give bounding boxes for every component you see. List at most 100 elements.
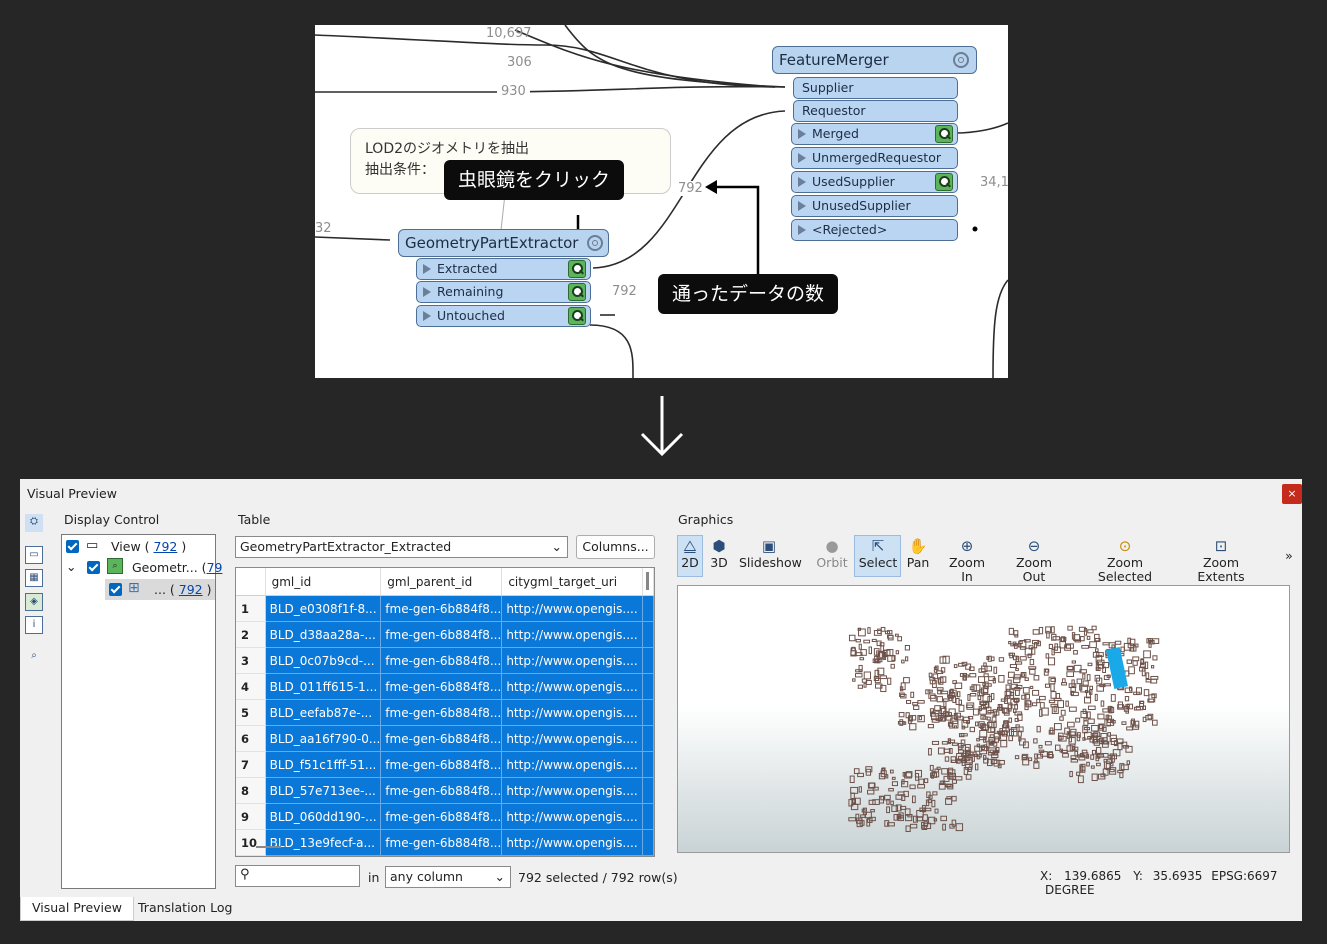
output-port-unusedsupplier[interactable]: UnusedSupplier — [791, 195, 958, 217]
node-checkbox[interactable] — [87, 561, 100, 574]
table-cell[interactable]: BLD_0c07b9cd-... — [265, 647, 382, 674]
table-cell[interactable]: http://www.opengis.... — [501, 725, 643, 752]
row-number-cell[interactable]: 5 — [236, 699, 266, 726]
table-cell[interactable] — [642, 751, 654, 778]
table-cell[interactable]: fme-gen-6b884f8... — [380, 725, 503, 752]
horizontal-scrollbar[interactable] — [256, 846, 281, 848]
table-cell[interactable]: http://www.opengis.... — [501, 647, 643, 674]
column-header[interactable]: gml_id — [265, 568, 382, 596]
tree-item-geometrypartextractor[interactable]: Geometr... (79 — [132, 560, 222, 575]
table-select[interactable]: GeometryPartExtractor_Extracted ⌄ — [235, 536, 568, 558]
row-number-cell[interactable]: 7 — [236, 751, 266, 778]
table-icon[interactable]: ▦ — [25, 569, 43, 587]
table-cell[interactable]: BLD_57e713ee-... — [265, 777, 382, 804]
table-row[interactable]: 2 BLD_d38aa28a-... fme-gen-6b884f8... http:… — [236, 621, 654, 648]
display-control-tree[interactable]: ▭ View ( 792 ) ⌄ ⌕ Geometr... (79 ⊞ ... … — [61, 534, 222, 889]
table-row[interactable]: 6 BLD_aa16f790-0... fme-gen-6b884f8... http… — [236, 725, 654, 752]
visual-preview-icon[interactable]: ⛭ — [25, 514, 43, 532]
table-cell[interactable] — [642, 673, 654, 700]
toolbar-overflow-button[interactable]: » — [1282, 549, 1296, 589]
magnifier-icon[interactable] — [935, 125, 953, 143]
table-cell[interactable] — [642, 699, 654, 726]
table-cell[interactable]: http://www.opengis.... — [501, 777, 643, 804]
child-checkbox[interactable] — [109, 583, 122, 596]
map-view[interactable] — [677, 585, 1290, 853]
row-number-cell[interactable]: 8 — [236, 777, 266, 804]
table-row[interactable]: 5 BLD_eefab87e-... fme-gen-6b884f8... http:… — [236, 699, 654, 726]
output-port-unmergedrequestor[interactable]: UnmergedRequestor — [791, 147, 958, 169]
magnifier-icon[interactable] — [568, 260, 586, 278]
tab-visual-preview[interactable]: Visual Preview — [20, 897, 134, 921]
table-cell[interactable] — [642, 647, 654, 674]
table-cell[interactable]: http://www.opengis.... — [501, 621, 643, 648]
table-cell[interactable]: http://www.opengis.... — [501, 673, 643, 700]
geometrypartextractor-node[interactable]: GeometryPartExtractor — [398, 229, 609, 257]
table-cell[interactable]: BLD_060dd190-... — [265, 803, 382, 830]
output-port-remaining[interactable]: Remaining — [416, 281, 591, 303]
row-number-cell[interactable]: 3 — [236, 647, 266, 674]
table-row[interactable]: 4 BLD_011ff615-1... fme-gen-6b884f8... http… — [236, 673, 654, 700]
table-row[interactable]: 1 BLD_e0308f1f-8... fme-gen-6b884f8... http… — [236, 595, 654, 622]
output-port-usedsupplier[interactable]: UsedSupplier — [791, 171, 958, 193]
table-row[interactable]: 9 BLD_060dd190-... fme-gen-6b884f8... http:… — [236, 803, 654, 830]
feature-table[interactable]: gml_id gml_parent_id citygml_target_uri … — [235, 567, 655, 857]
table-cell[interactable]: fme-gen-6b884f8... — [380, 595, 503, 622]
row-number-cell[interactable]: 6 — [236, 725, 266, 752]
feature-info-icon[interactable]: i — [25, 616, 43, 634]
table-cell[interactable]: http://www.opengis.... — [501, 829, 643, 856]
table-cell[interactable]: http://www.opengis.... — [501, 595, 643, 622]
table-row[interactable]: 8 BLD_57e713ee-... fme-gen-6b884f8... http:… — [236, 777, 654, 804]
tree-item-view[interactable]: View ( 792 ) — [111, 539, 186, 554]
table-cell[interactable]: BLD_aa16f790-0... — [265, 725, 382, 752]
table-cell[interactable]: fme-gen-6b884f8... — [380, 803, 503, 830]
table-cell[interactable]: BLD_d38aa28a-... — [265, 621, 382, 648]
row-number-cell[interactable]: 1 — [236, 595, 266, 622]
zoom-out-button[interactable]: ⊖ Zoom Out — [1003, 536, 1065, 584]
table-cell[interactable]: fme-gen-6b884f8... — [380, 829, 503, 856]
input-port-supplier[interactable]: Supplier — [793, 77, 958, 99]
view-checkbox[interactable] — [66, 540, 79, 553]
table-row[interactable]: 10 BLD_13e9fecf-a... fme-gen-6b884f8... htt… — [236, 829, 654, 856]
table-cell[interactable]: BLD_e0308f1f-8... — [265, 595, 382, 622]
tab-translation-log[interactable]: Translation Log — [127, 897, 243, 921]
graphics-icon[interactable]: ◈ — [25, 593, 43, 611]
featuremerger-node[interactable]: FeatureMerger — [772, 46, 977, 74]
magnifier-icon[interactable] — [568, 307, 586, 325]
magnifier-icon[interactable] — [935, 173, 953, 191]
feature-count-link[interactable]: 792 — [179, 582, 203, 597]
output-port-rejected[interactable]: <Rejected> — [791, 219, 958, 241]
slideshow-button[interactable]: ▣ Slideshow — [739, 536, 802, 576]
pan-button[interactable]: ✋ Pan — [905, 536, 931, 576]
table-cell[interactable] — [642, 595, 654, 622]
zoom-selected-button[interactable]: ⊙ Zoom Selected — [1082, 536, 1168, 584]
gear-icon[interactable] — [953, 52, 969, 68]
tree-item-feature-type[interactable]: ... ( 792 ) — [154, 582, 212, 597]
table-cell[interactable] — [642, 725, 654, 752]
chevron-down-icon[interactable]: ⌄ — [66, 559, 76, 574]
orbit-button[interactable]: ● Orbit — [816, 536, 848, 576]
table-cell[interactable]: http://www.opengis.... — [501, 699, 643, 726]
column-header[interactable]: citygml_target_uri — [501, 568, 643, 596]
table-cell[interactable]: http://www.opengis.... — [501, 803, 643, 830]
row-number-cell[interactable]: 4 — [236, 673, 266, 700]
display-control-icon[interactable]: ▭ — [25, 546, 43, 564]
vertical-scrollbar[interactable] — [646, 572, 649, 590]
columns-button[interactable]: Columns... — [576, 535, 655, 559]
3d-button[interactable]: ⬢ 3D — [708, 536, 730, 576]
table-row[interactable]: 3 BLD_0c07b9cd-... fme-gen-6b884f8... http:… — [236, 647, 654, 674]
feature-count-link[interactable]: 792 — [154, 539, 178, 554]
table-cell[interactable]: BLD_13e9fecf-a... — [265, 829, 382, 856]
table-cell[interactable] — [642, 803, 654, 830]
row-number-cell[interactable]: 10 — [236, 829, 266, 856]
2d-button[interactable]: ⧋ 2D — [679, 536, 701, 576]
table-cell[interactable] — [642, 829, 654, 856]
input-port-requestor[interactable]: Requestor — [793, 100, 958, 122]
table-cell[interactable] — [642, 777, 654, 804]
table-cell[interactable]: http://www.opengis.... — [501, 751, 643, 778]
column-select[interactable]: any column ⌄ — [385, 866, 511, 888]
gear-icon[interactable] — [587, 235, 603, 251]
table-cell[interactable]: fme-gen-6b884f8... — [380, 673, 503, 700]
output-port-merged[interactable]: Merged — [791, 123, 958, 145]
table-cell[interactable]: fme-gen-6b884f8... — [380, 751, 503, 778]
output-port-extracted[interactable]: Extracted — [416, 258, 591, 280]
